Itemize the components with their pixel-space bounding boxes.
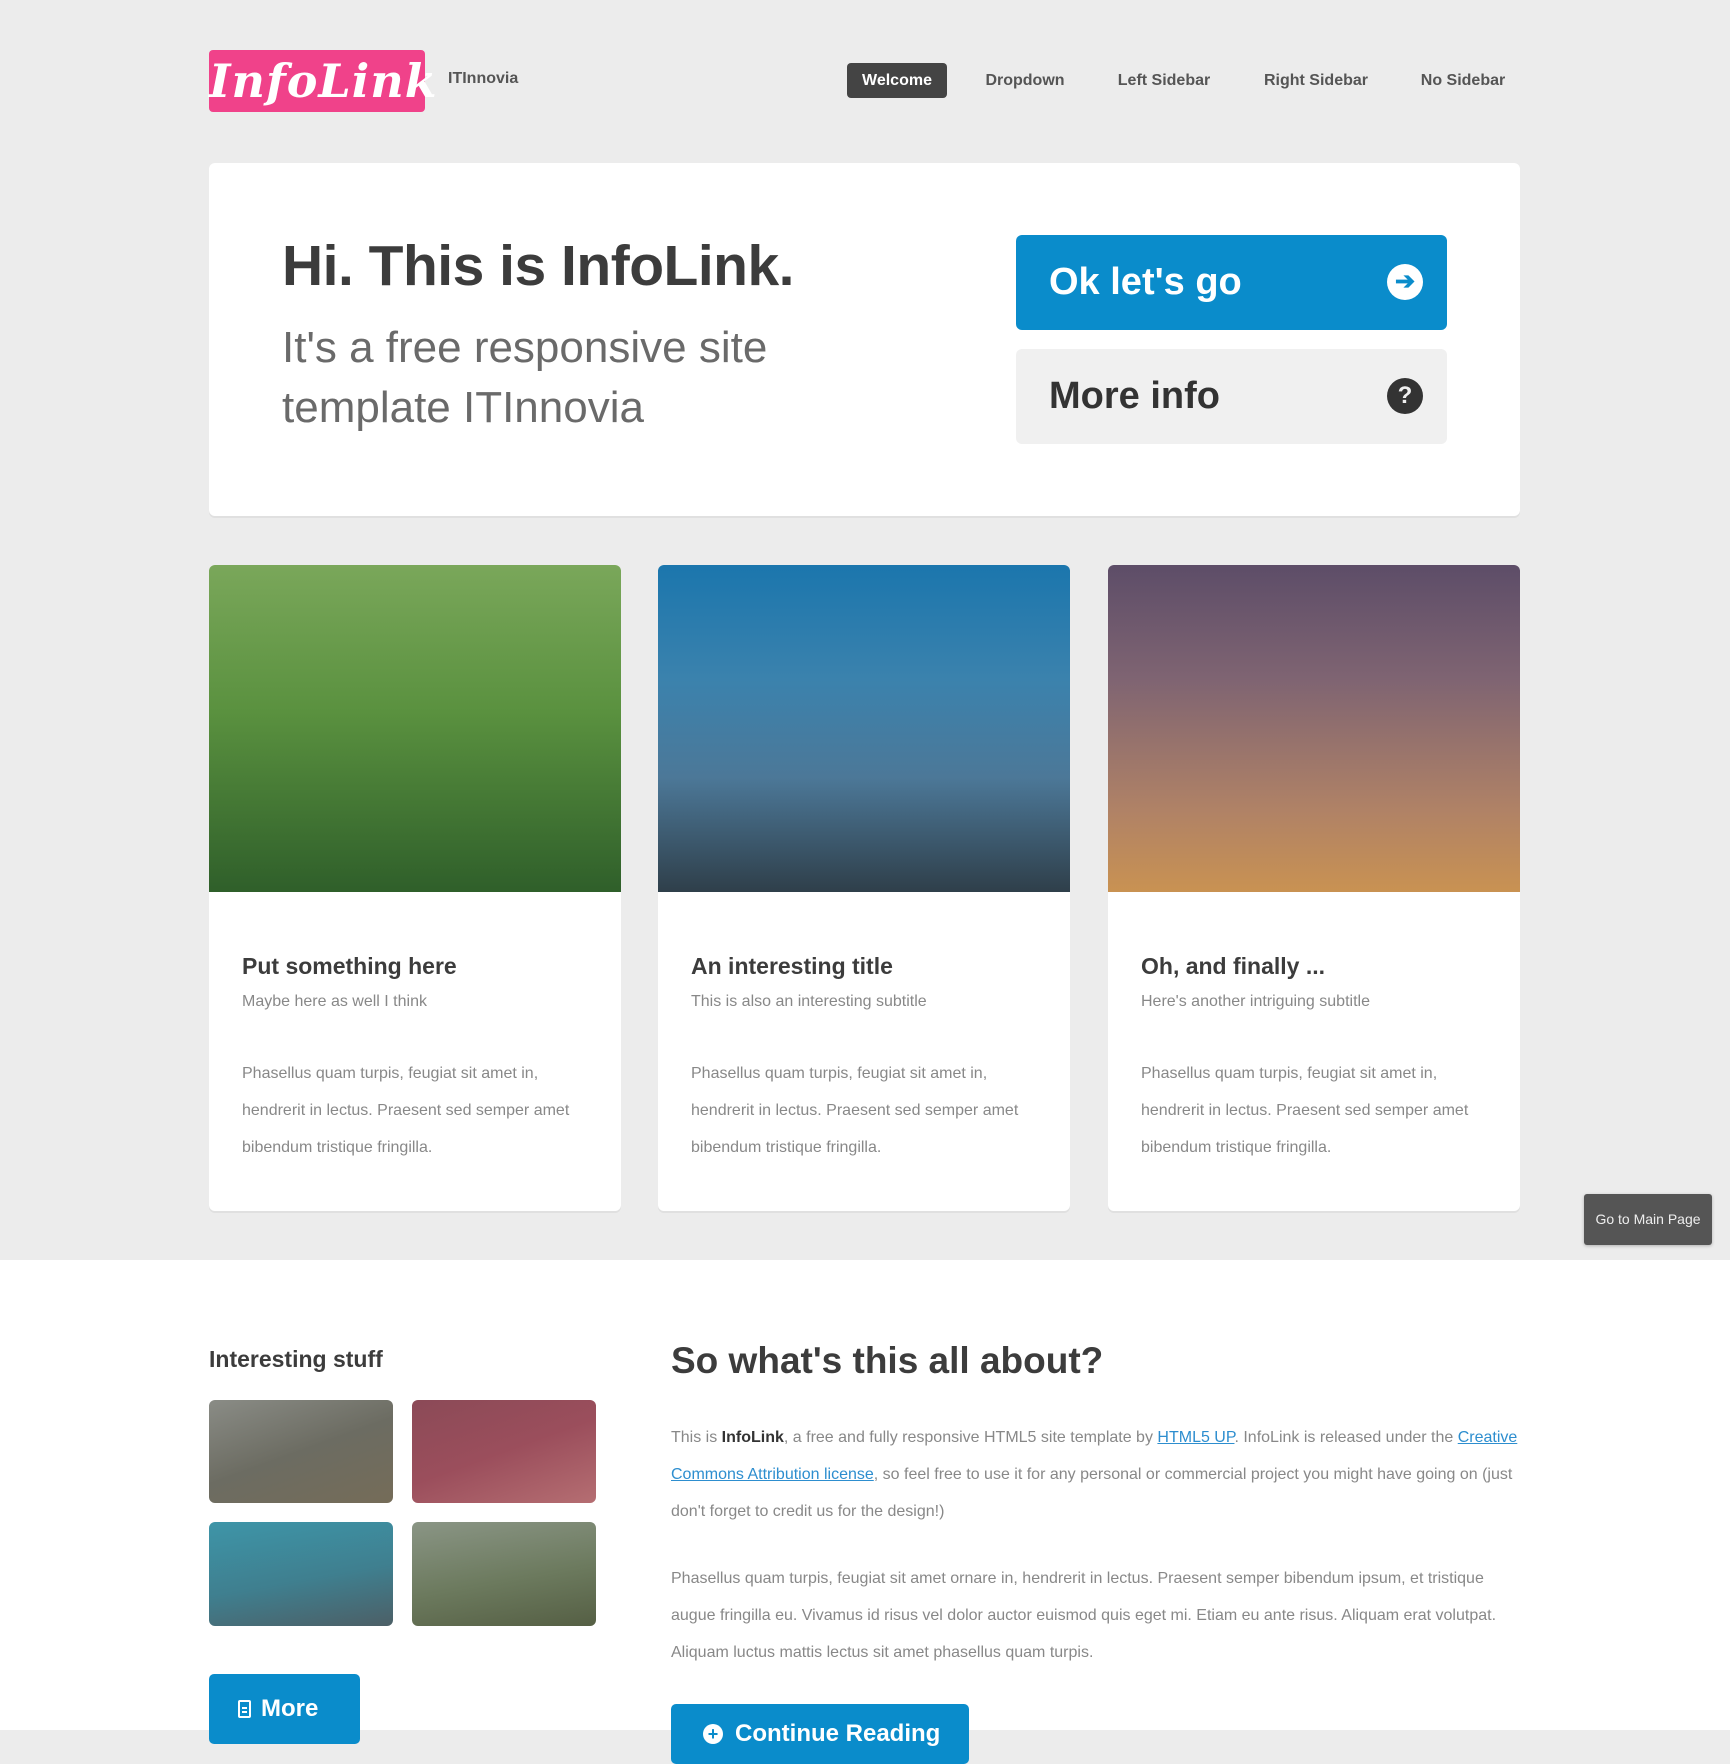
about-brand: InfoLink	[721, 1429, 784, 1446]
card-text: Phasellus quam turpis, feugiat sit amet …	[691, 1065, 1019, 1156]
card-subtitle: Maybe here as well I think	[242, 993, 427, 1010]
thumbnail-image[interactable]	[209, 1400, 393, 1503]
html5up-link[interactable]: HTML5 UP	[1157, 1429, 1234, 1446]
go-to-main-page-button[interactable]: Go to Main Page	[1584, 1194, 1712, 1245]
banner: Hi. This is InfoLink. It's a free respon…	[209, 163, 1520, 516]
feature-card: Oh, and finally ... Here's another intri…	[1108, 565, 1520, 1211]
ok-lets-go-button[interactable]: Ok let's go ➔	[1016, 235, 1447, 330]
card-image-sunset[interactable]	[1108, 565, 1520, 892]
more-info-button[interactable]: More info ?	[1016, 349, 1447, 444]
more-button[interactable]: More	[209, 1674, 360, 1744]
nav-item-right-sidebar[interactable]: Right Sidebar	[1250, 63, 1382, 98]
ok-lets-go-label: Ok let's go	[1049, 261, 1242, 303]
nav-item-welcome[interactable]: Welcome	[847, 63, 947, 98]
about-text: , a free and fully responsive HTML5 site…	[783, 1429, 1158, 1446]
nav-item-left-sidebar[interactable]: Left Sidebar	[1104, 63, 1224, 98]
card-image-blue[interactable]	[658, 565, 1070, 892]
about-paragraph: This is InfoLink, a free and fully respo…	[671, 1419, 1521, 1530]
banner-subtitle: It's a free responsive site template ITI…	[282, 323, 768, 432]
card-text: Phasellus quam turpis, feugiat sit amet …	[242, 1065, 570, 1156]
feature-card: Put something here Maybe here as well I …	[209, 565, 621, 1211]
feature-card: An interesting title This is also an int…	[658, 565, 1070, 1211]
banner-title: Hi. This is InfoLink.	[282, 234, 795, 298]
document-icon	[238, 1700, 251, 1718]
continue-reading-button[interactable]: + Continue Reading	[671, 1704, 969, 1764]
nav-item-dropdown[interactable]: Dropdown	[967, 63, 1083, 98]
card-text: Phasellus quam turpis, feugiat sit amet …	[1141, 1065, 1469, 1156]
thumbnail-image[interactable]	[412, 1522, 596, 1626]
arrow-right-circle-icon: ➔	[1387, 264, 1423, 300]
card-subtitle: This is also an interesting subtitle	[691, 993, 927, 1010]
card-title: Put something here	[242, 953, 457, 979]
continue-reading-label: Continue Reading	[735, 1720, 941, 1747]
about-text: This is	[671, 1429, 722, 1446]
card-subtitle: Here's another intriguing subtitle	[1141, 993, 1370, 1010]
nav-item-no-sidebar[interactable]: No Sidebar	[1408, 63, 1518, 98]
card-title: An interesting title	[691, 953, 893, 979]
card-image-green[interactable]	[209, 565, 621, 892]
card-title: Oh, and finally ...	[1141, 953, 1326, 979]
more-label: More	[261, 1695, 319, 1722]
more-info-label: More info	[1049, 375, 1220, 417]
about-title: So what's this all about?	[671, 1340, 1104, 1381]
thumbnail-image[interactable]	[209, 1522, 393, 1626]
plus-circle-icon: +	[703, 1724, 723, 1744]
about-text: . InfoLink is released under the	[1234, 1429, 1458, 1446]
question-circle-icon: ?	[1387, 378, 1423, 414]
about-paragraph-2: Phasellus quam turpis, feugiat sit amet …	[671, 1570, 1497, 1661]
logo[interactable]: InfoLink	[209, 50, 437, 112]
thumbnail-image[interactable]	[412, 1400, 596, 1503]
brand-subtitle: ITInnovia	[448, 70, 519, 87]
sidebar-title: Interesting stuff	[209, 1346, 383, 1372]
